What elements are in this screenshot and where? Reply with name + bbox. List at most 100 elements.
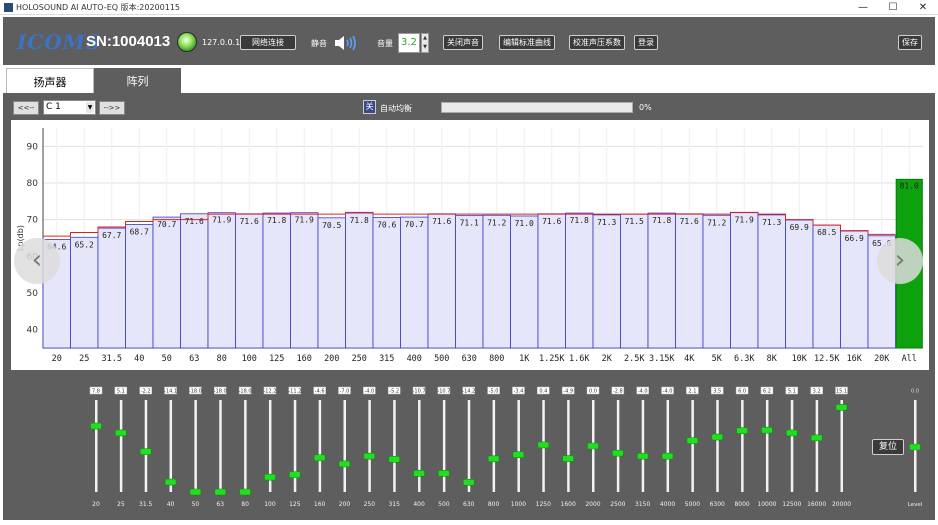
channel-select[interactable]: C 1 ▼ bbox=[43, 100, 96, 115]
edit-standard-curve-button[interactable]: 编辑标准曲线 bbox=[499, 35, 555, 50]
eq-slider-track bbox=[492, 400, 496, 492]
eq-slider-thumb bbox=[587, 442, 599, 450]
bar-value-label: 68.5 bbox=[817, 228, 836, 237]
eq-slider-track bbox=[741, 400, 744, 492]
bar-value-label: 71.0 bbox=[515, 219, 534, 228]
eq-slider-track bbox=[691, 400, 694, 492]
auto-eq-label: 自动均衡 bbox=[380, 104, 412, 113]
eq-slider-gain-label: -2.8 bbox=[613, 389, 623, 395]
volume-input[interactable]: 3.2 bbox=[398, 33, 420, 53]
connection-status-led-icon bbox=[177, 32, 197, 52]
bar bbox=[537, 213, 566, 349]
eq-slider-track bbox=[95, 400, 98, 492]
eq-slider-thumb bbox=[686, 437, 699, 444]
eq-slider-band-label: 315 bbox=[388, 501, 400, 508]
eq-slider-band-label: 8000 bbox=[734, 501, 749, 508]
eq-slider-gain-label: -2.2 bbox=[141, 389, 151, 395]
eq-slider-thumb bbox=[239, 488, 251, 496]
reset-button[interactable]: 复位 bbox=[872, 439, 904, 455]
tab-array[interactable]: 阵列 bbox=[94, 68, 181, 95]
x-tick-label: 12.5K bbox=[814, 354, 840, 364]
x-tick-label: 630 bbox=[462, 354, 477, 364]
bar-value-label: 71.8 bbox=[350, 216, 369, 225]
eq-slider-gain-label: -18.0 bbox=[239, 389, 252, 395]
chevron-down-icon: ▼ bbox=[86, 102, 94, 113]
bar-value-label: 71.1 bbox=[460, 219, 479, 228]
mute-label: 静音 bbox=[311, 39, 327, 48]
bar-value-label: 67.7 bbox=[102, 231, 121, 240]
eq-slider-band-label: 160 bbox=[314, 501, 326, 508]
eq-slider-band-label: 50 bbox=[192, 501, 200, 508]
eq-slider-thumb bbox=[810, 434, 823, 442]
eq-slider-thumb bbox=[90, 422, 102, 430]
eq-slider-gain-label: 6.0 bbox=[738, 389, 746, 395]
eq-slider-thumb bbox=[139, 448, 152, 455]
eq-slider-gain-label: -4.0 bbox=[638, 389, 648, 395]
calibrate-spl-button[interactable]: 校准声压系数 bbox=[569, 35, 625, 50]
x-tick-label: 400 bbox=[407, 354, 422, 364]
eq-slider-band-label: 2000 bbox=[585, 501, 600, 508]
eq-slider-gain-label: -5.0 bbox=[489, 389, 499, 395]
bar-value-label: 71.8 bbox=[267, 216, 286, 225]
close-sound-button[interactable]: 关闭声音 bbox=[443, 35, 483, 50]
bar-value-label: 71.6 bbox=[432, 217, 451, 226]
bar-value-label: 70.5 bbox=[322, 221, 341, 230]
save-button[interactable]: 保存 bbox=[898, 35, 922, 50]
x-tick-label: 1.6K bbox=[569, 354, 590, 364]
eq-slider-thumb bbox=[313, 454, 326, 462]
speaker-icon[interactable] bbox=[333, 33, 359, 53]
bar-value-label: 71.3 bbox=[597, 218, 616, 227]
eq-slider-track bbox=[343, 400, 346, 492]
x-tick-label: 63 bbox=[189, 354, 199, 364]
eq-slider-band-label: 80 bbox=[241, 501, 249, 508]
channel-nav-bar: <<-- C 1 ▼ -->> 关 自动均衡 0% bbox=[3, 95, 935, 120]
y-tick-label: 80 bbox=[27, 179, 39, 189]
volume-spinner[interactable]: ▲ ▼ bbox=[421, 33, 429, 53]
eq-slider-track bbox=[616, 400, 620, 492]
chart-next-arrow-icon[interactable]: › bbox=[877, 238, 923, 284]
bar-value-label: 70.7 bbox=[157, 220, 176, 229]
x-tick-label: 250 bbox=[352, 354, 367, 364]
x-tick-label: 315 bbox=[379, 354, 394, 364]
eq-slider-gain-label: 6.2 bbox=[763, 389, 771, 395]
eq-slider-track bbox=[219, 400, 222, 492]
bar-value-label: 71.2 bbox=[487, 218, 506, 227]
bar bbox=[675, 213, 704, 349]
channel-select-value: C 1 bbox=[46, 102, 61, 112]
eq-slider-band-label: 800 bbox=[488, 501, 500, 508]
eq-slider-gain-label: 5.1 bbox=[788, 389, 796, 395]
eq-slider-band-label: 1250 bbox=[536, 501, 551, 508]
chart-prev-arrow-icon[interactable]: ‹ bbox=[14, 238, 60, 284]
network-connect-button[interactable]: 网络连接 bbox=[240, 35, 296, 50]
eq-slider-thumb bbox=[288, 471, 301, 478]
x-tick-label: 1K bbox=[519, 354, 530, 364]
eq-slider-thumb bbox=[214, 488, 227, 496]
bar bbox=[345, 212, 374, 349]
prev-channel-button[interactable]: <<-- bbox=[13, 101, 39, 115]
eq-slider-gain-label: -10.7 bbox=[437, 389, 450, 395]
maximize-button[interactable]: ☐ bbox=[878, 0, 908, 15]
bar bbox=[262, 212, 291, 349]
minimize-button[interactable]: — bbox=[848, 0, 878, 15]
eq-slider-band-label: 40 bbox=[167, 501, 175, 508]
eq-slider-track bbox=[144, 400, 148, 492]
eq-slider-gain-label: -10.7 bbox=[413, 389, 426, 395]
eq-slider-thumb bbox=[636, 452, 649, 460]
bar bbox=[427, 213, 456, 349]
eq-slider-gain-label: 5.1 bbox=[117, 389, 125, 395]
eq-slider-thumb bbox=[264, 473, 276, 481]
tab-speaker[interactable]: 扬声器 bbox=[6, 68, 94, 95]
x-tick-label: 125 bbox=[269, 354, 284, 364]
eq-slider-gain-label: -14.2 bbox=[462, 389, 475, 395]
eq-slider-gain-label: -4.6 bbox=[315, 389, 325, 395]
bar bbox=[317, 217, 346, 349]
close-button[interactable]: ✕ bbox=[908, 0, 938, 15]
eq-slider-track bbox=[815, 400, 819, 492]
y-tick-label: 40 bbox=[27, 326, 39, 336]
bar-value-label: 71.3 bbox=[762, 218, 781, 227]
next-channel-button[interactable]: -->> bbox=[99, 101, 125, 115]
auto-eq-toggle[interactable]: 关 bbox=[363, 100, 376, 114]
login-button[interactable]: 登录 bbox=[634, 35, 658, 50]
level-thumb bbox=[909, 443, 921, 451]
eq-slider-gain-label: -7.0 bbox=[340, 389, 350, 395]
